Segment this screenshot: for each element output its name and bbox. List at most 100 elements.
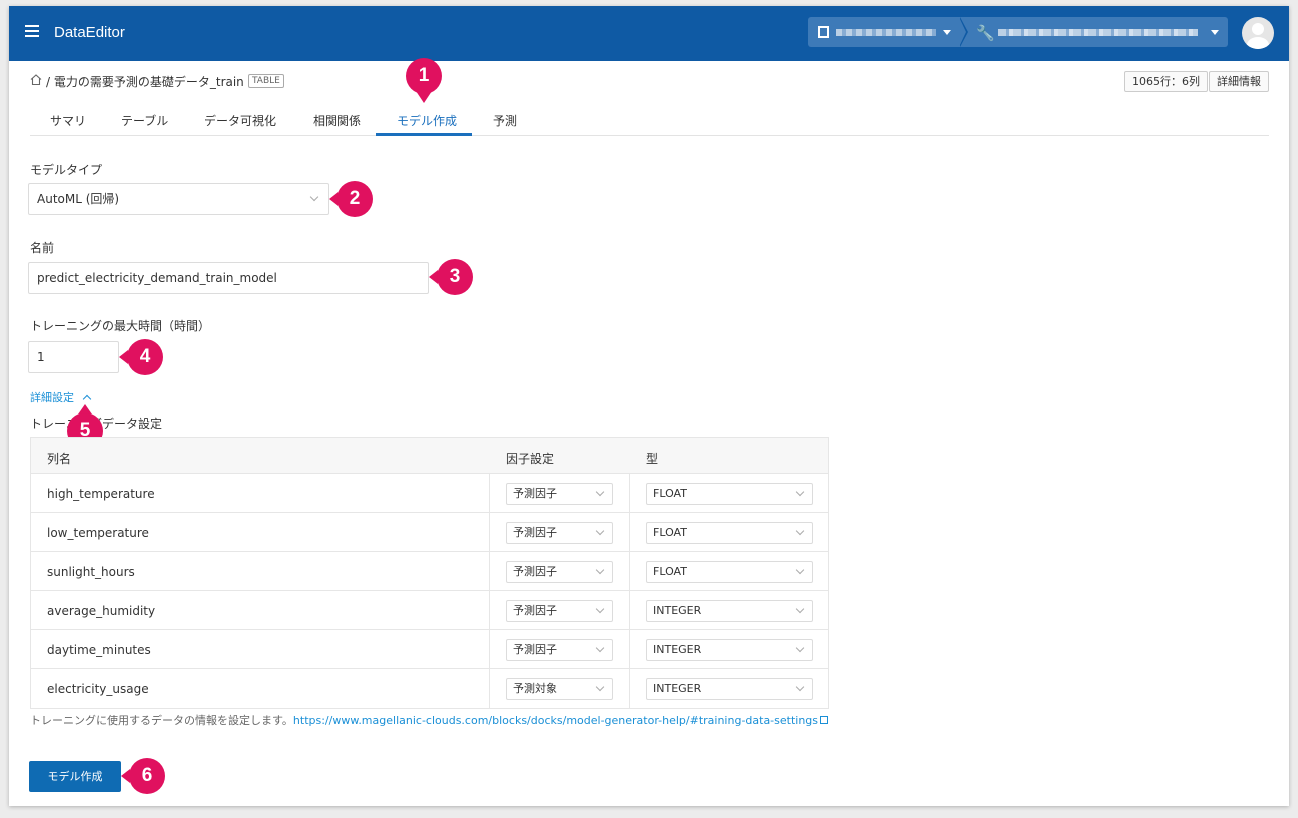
chevron-down-icon [795,526,805,536]
project-name-redacted [998,29,1198,36]
org-name-redacted [836,29,936,36]
column-name: sunlight_hours [47,565,135,579]
advanced-settings-link[interactable]: 詳細設定 [30,389,91,405]
table-row: sunlight_hours 予測因子 FLOAT [31,552,828,591]
max-training-time-input[interactable]: 1 [28,341,119,373]
top-bar: DataEditor 🔧 [9,6,1289,61]
type-value: INTEGER [653,682,702,695]
help-text: トレーニングに使用するデータの情報を設定します。https://www.mage… [30,712,829,728]
create-model-button[interactable]: モデル作成 [29,761,121,792]
chevron-down-icon [595,604,605,614]
wrench-icon: 🔧 [976,24,995,42]
table-row: average_humidity 予測因子 INTEGER [31,591,828,630]
table-row: electricity_usage 予測対象 INTEGER [31,669,828,708]
external-link-icon [820,716,829,724]
type-select[interactable]: INTEGER [646,639,813,661]
factor-select[interactable]: 予測因子 [506,522,613,544]
training-data-table: 列名 因子設定 型 high_temperature 予測因子 FLOAT lo… [30,437,829,709]
model-type-label: モデルタイプ [30,163,103,177]
type-select[interactable]: INTEGER [646,678,813,700]
factor-select[interactable]: 予測対象 [506,678,613,700]
tab-model-creation[interactable]: モデル作成 [397,112,457,129]
type-header: 型 [646,452,659,466]
tab-summary[interactable]: サマリ [50,112,86,129]
type-value: INTEGER [653,643,702,656]
chevron-down-icon [595,643,605,653]
type-value: INTEGER [653,604,702,617]
caret-down-icon[interactable] [943,30,951,35]
type-value: FLOAT [653,526,687,539]
tab-table[interactable]: テーブル [121,112,168,129]
type-value: FLOAT [653,565,687,578]
table-badge: TABLE [248,74,284,88]
type-select[interactable]: FLOAT [646,483,813,505]
model-name-input[interactable]: predict_electricity_demand_train_model [28,262,429,294]
annotation-marker-4: 4 [127,339,163,375]
type-select[interactable]: FLOAT [646,561,813,583]
name-label: 名前 [30,241,55,255]
table-row: daytime_minutes 予測因子 INTEGER [31,630,828,669]
annotation-pointer [416,91,432,103]
column-name: electricity_usage [47,682,149,696]
annotation-marker-3: 3 [437,259,473,295]
app-title: DataEditor [54,24,125,41]
table-header: 列名 因子設定 型 [31,438,828,474]
column-name: daytime_minutes [47,643,151,657]
breadcrumb: / 電力の需要予測の基礎データ_train [46,75,244,89]
factor-value: 予測因子 [513,643,557,656]
detail-info-button[interactable]: 詳細情報 [1209,71,1269,92]
factor-select[interactable]: 予測因子 [506,561,613,583]
max-training-time-label: トレーニングの最大時間（時間） [30,319,211,333]
tab-correlation[interactable]: 相関関係 [313,112,361,129]
home-icon[interactable] [30,74,42,85]
app-window: DataEditor 🔧 / 電力の需要予測の基礎データ_train TABLE… [9,6,1289,806]
column-name: average_humidity [47,604,156,618]
model-type-value: AutoML (回帰) [37,192,120,206]
factor-select[interactable]: 予測因子 [506,483,613,505]
chevron-down-icon [795,643,805,653]
factor-value: 予測因子 [513,487,557,500]
chevron-down-icon [595,565,605,575]
factor-select[interactable]: 予測因子 [506,639,613,661]
tab-prediction[interactable]: 予測 [493,112,517,129]
factor-select[interactable]: 予測因子 [506,600,613,622]
chevron-down-icon [795,487,805,497]
chevron-down-icon [795,565,805,575]
factor-header: 因子設定 [506,452,555,466]
avatar[interactable] [1242,17,1274,49]
help-link[interactable]: https://www.magellanic-clouds.com/blocks… [293,714,818,727]
table-row: high_temperature 予測因子 FLOAT [31,474,828,513]
table-row: low_temperature 予測因子 FLOAT [31,513,828,552]
factor-value: 予測因子 [513,604,557,617]
column-name: low_temperature [47,526,149,540]
type-value: FLOAT [653,487,687,500]
caret-down-icon[interactable] [1211,30,1219,35]
tab-bar: サマリ テーブル データ可視化 相関関係 モデル作成 予測 [30,105,1269,136]
advanced-settings-label: 詳細設定 [30,391,74,404]
org-project-switcher[interactable]: 🔧 [808,17,1228,47]
tab-visualization[interactable]: データ可視化 [204,112,276,129]
active-tab-indicator [376,133,472,136]
menu-icon[interactable] [25,25,39,37]
chevron-down-icon [595,487,605,497]
chevron-up-icon [82,394,91,404]
factor-value: 予測因子 [513,565,557,578]
factor-value: 予測因子 [513,526,557,539]
model-type-select[interactable]: AutoML (回帰) [28,183,329,215]
chevron-down-icon [309,192,319,202]
column-name-header: 列名 [47,452,72,466]
help-description: トレーニングに使用するデータの情報を設定します。 [30,714,293,727]
chevron-down-icon [595,682,605,692]
column-name: high_temperature [47,487,155,501]
factor-value: 予測対象 [513,682,557,695]
annotation-marker-2: 2 [337,181,373,217]
annotation-marker-1: 1 [406,58,442,94]
type-select[interactable]: INTEGER [646,600,813,622]
row-col-count: 1065行：6列 [1124,71,1208,92]
chevron-down-icon [795,682,805,692]
annotation-marker-6: 6 [129,758,165,794]
type-select[interactable]: FLOAT [646,522,813,544]
divider [959,17,966,47]
building-icon [818,26,829,38]
chevron-down-icon [795,604,805,614]
